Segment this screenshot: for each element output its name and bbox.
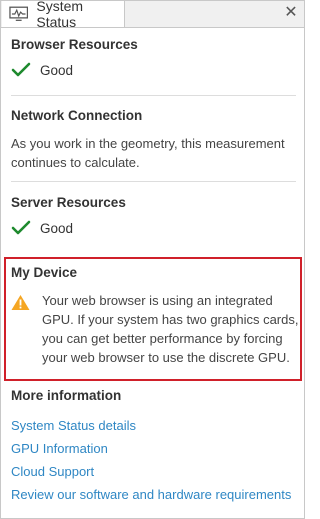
system-status-panel: System Status ✕ Browser Resources Good N… bbox=[0, 0, 305, 519]
network-connection-title: Network Connection bbox=[11, 108, 143, 123]
link-gpu-information[interactable]: GPU Information bbox=[11, 437, 291, 460]
tab-bar: System Status ✕ bbox=[1, 0, 304, 30]
link-system-status-details[interactable]: System Status details bbox=[11, 414, 291, 437]
check-icon bbox=[11, 220, 31, 235]
browser-status-text: Good bbox=[40, 62, 74, 78]
my-device-text: Your web browser is using an integrated … bbox=[42, 293, 299, 365]
close-icon[interactable]: ✕ bbox=[283, 4, 299, 22]
browser-resources-status: Good bbox=[11, 62, 73, 78]
divider bbox=[11, 181, 296, 182]
more-information-title: More information bbox=[11, 388, 122, 403]
divider bbox=[11, 95, 296, 96]
server-resources-title: Server Resources bbox=[11, 195, 126, 210]
tab-system-status[interactable]: System Status bbox=[2, 0, 125, 30]
server-resources-status: Good bbox=[11, 220, 73, 236]
check-icon bbox=[11, 62, 31, 77]
tab-label: System Status bbox=[36, 0, 84, 30]
server-status-text: Good bbox=[40, 220, 74, 236]
warning-icon bbox=[11, 295, 30, 310]
link-software-hardware-requirements[interactable]: Review our software and hardware require… bbox=[11, 483, 291, 506]
my-device-title: My Device bbox=[11, 265, 78, 280]
network-connection-text: As you work in the geometry, this measur… bbox=[11, 136, 285, 170]
my-device-warning: Your web browser is using an integrated … bbox=[11, 291, 304, 367]
system-status-monitor-icon bbox=[9, 6, 29, 21]
link-cloud-support[interactable]: Cloud Support bbox=[11, 460, 291, 483]
browser-resources-title: Browser Resources bbox=[11, 37, 138, 52]
more-information-links: System Status details GPU Information Cl… bbox=[11, 414, 291, 506]
